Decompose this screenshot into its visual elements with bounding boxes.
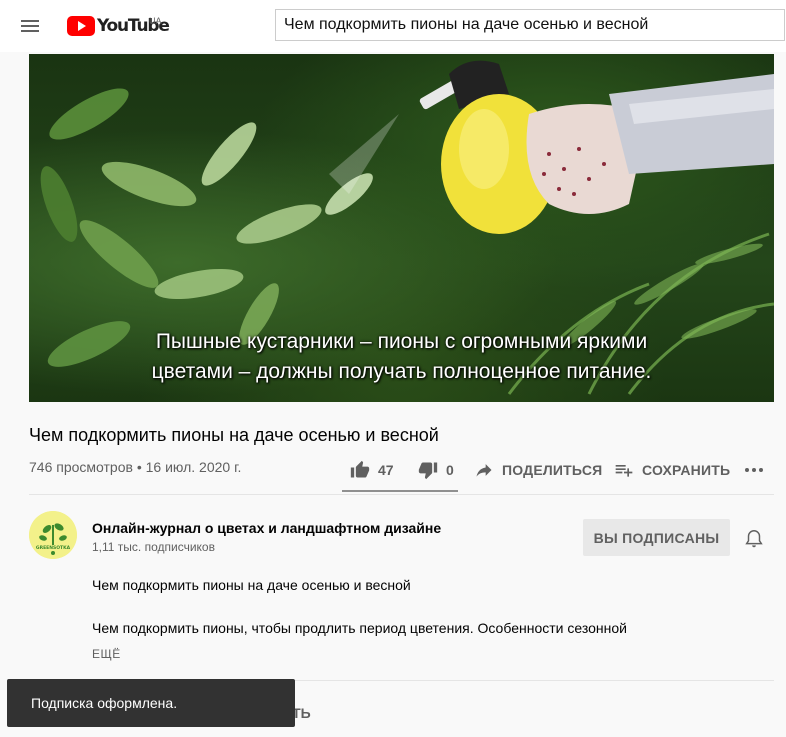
subscribed-button[interactable]: ВЫ ПОДПИСАНЫ <box>583 519 730 556</box>
like-button[interactable]: 47 <box>350 456 394 484</box>
share-label: ПОДЕЛИТЬСЯ <box>502 462 603 478</box>
show-more-link[interactable]: ЕЩЁ <box>92 647 121 661</box>
dislike-count: 0 <box>446 462 454 478</box>
thumbs-up-icon <box>350 460 370 478</box>
sentiment-bar <box>342 490 458 492</box>
channel-logo-icon: GREENSOTKA <box>29 511 77 559</box>
toast-notification: Подписка оформлена. <box>7 679 295 727</box>
thumbs-down-icon <box>418 462 438 480</box>
dislike-button[interactable]: 0 <box>418 456 454 484</box>
video-player[interactable]: Пышные кустарники – пионы с огромными яр… <box>29 54 774 402</box>
video-subtitle-line1: Пышные кустарники – пионы с огромными яр… <box>155 330 648 353</box>
youtube-play-icon <box>67 16 95 36</box>
sentiment-bar-fill <box>342 490 458 492</box>
hamburger-menu-icon[interactable] <box>16 12 46 40</box>
description-line: Чем подкормить пионы, чтобы продлить пер… <box>92 620 627 636</box>
more-horizontal-icon <box>745 468 763 472</box>
channel-avatar[interactable]: GREENSOTKA <box>29 511 77 559</box>
top-bar: YouTube UA <box>0 0 786 52</box>
share-button[interactable]: ПОДЕЛИТЬСЯ <box>474 456 602 484</box>
views-and-date: 746 просмотров • 16 июл. 2020 г. <box>29 459 242 475</box>
description-line: Чем подкормить пионы на даче осенью и ве… <box>92 577 411 593</box>
playlist-add-icon <box>615 465 633 477</box>
save-button[interactable]: СОХРАНИТЬ <box>614 456 730 484</box>
subscriber-count: 1,11 тыс. подписчиков <box>92 540 215 554</box>
like-count: 47 <box>378 462 394 478</box>
search-input[interactable] <box>275 9 785 41</box>
save-label: СОХРАНИТЬ <box>642 462 731 478</box>
channel-name[interactable]: Онлайн-журнал о цветах и ландшафтном диз… <box>92 520 441 536</box>
share-arrow-icon <box>476 464 492 477</box>
avatar-text: GREENSOTKA <box>36 545 71 551</box>
divider <box>29 494 774 495</box>
region-code: UA <box>149 16 162 26</box>
video-subtitle-line2: цветами – должны получать полноценное пи… <box>151 360 652 383</box>
more-actions-button[interactable] <box>743 456 765 484</box>
video-title: Чем подкормить пионы на даче осенью и ве… <box>29 425 439 445</box>
notification-bell-icon[interactable] <box>743 528 765 550</box>
